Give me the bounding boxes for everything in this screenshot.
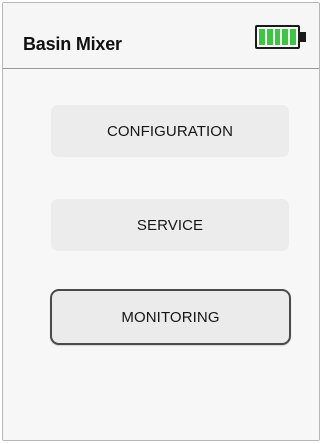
battery-cell [259, 29, 265, 45]
screen-title: Basin Mixer [23, 34, 122, 54]
battery-cell [274, 29, 281, 45]
battery-tip [300, 32, 306, 42]
battery-cell [266, 29, 273, 45]
battery-full-icon [255, 25, 309, 49]
menu-area: CONFIGURATION SERVICE MONITORING [3, 69, 319, 440]
title-bar: Basin Mixer [3, 3, 319, 69]
monitoring-button[interactable]: MONITORING [50, 289, 291, 345]
device-screen: Basin Mixer CONFIGURATION SERVICE MONITO… [2, 2, 320, 441]
battery-cell [290, 29, 296, 45]
service-button[interactable]: SERVICE [51, 199, 289, 251]
battery-body [255, 25, 300, 49]
configuration-button[interactable]: CONFIGURATION [51, 105, 289, 157]
battery-cell [282, 29, 289, 45]
